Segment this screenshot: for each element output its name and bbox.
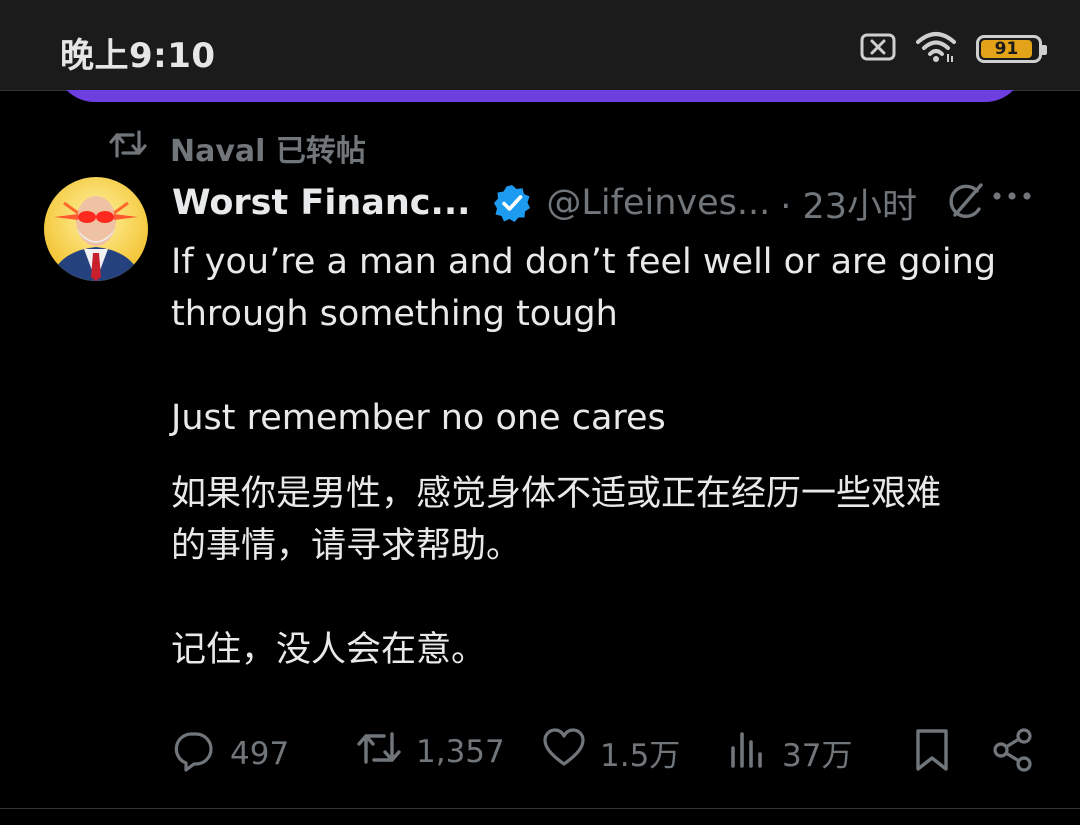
repost-icon: [356, 728, 402, 776]
repost-label: Naval 已转帖: [170, 134, 366, 169]
new-posts-pill[interactable]: [55, 90, 1025, 102]
tweet-paragraph: Just remember no one cares: [171, 398, 666, 438]
grok-icon[interactable]: [943, 181, 987, 225]
status-bar: 晚上9:10 91: [0, 0, 1080, 90]
translation-paragraph: 如果你是男性，感觉身体不适或正在经历一些艰难 的事情，请寻求帮助。: [171, 474, 942, 566]
translation-paragraph: 记住，没人会在意。: [171, 630, 487, 670]
heart-icon: [542, 728, 586, 776]
action-bar: 497 1,357 1.5万 37万: [172, 728, 1040, 778]
like-button[interactable]: 1.5万: [542, 728, 680, 776]
repost-context[interactable]: Naval 已转帖: [108, 126, 366, 170]
bookmark-button[interactable]: [914, 728, 950, 780]
share-icon: [992, 728, 1034, 780]
verified-badge-icon[interactable]: [492, 183, 532, 223]
bookmark-icon: [914, 728, 950, 780]
more-options-icon[interactable]: [992, 190, 1032, 202]
like-count: 1.5万: [600, 737, 681, 774]
reply-count: 497: [230, 736, 290, 772]
tweet-text: If you’re a man and don’t feel well or a…: [171, 236, 1041, 676]
new-posts-pill-wrap: [0, 90, 1080, 104]
status-time: 晚上9:10: [60, 36, 216, 76]
sim-off-icon: [860, 33, 896, 65]
author-handle[interactable]: @Lifeinves...: [546, 183, 770, 223]
reply-icon: [172, 728, 216, 780]
tweet-header: Worst Financ... @Lifeinves... · 23小时: [172, 178, 1052, 229]
status-icons: 91: [860, 30, 1047, 68]
battery-icon: 91: [976, 35, 1047, 63]
views-icon: [728, 728, 768, 776]
tweet-divider: [0, 808, 1080, 809]
repost-icon: [108, 128, 148, 168]
repost-count: 1,357: [416, 734, 505, 770]
reply-button[interactable]: 497: [172, 728, 289, 780]
repost-button[interactable]: 1,357: [356, 728, 505, 776]
author-name[interactable]: Worst Financ...: [172, 183, 470, 223]
share-button[interactable]: [992, 728, 1034, 780]
timestamp[interactable]: · 23小时: [780, 178, 917, 229]
views-count: 37万: [782, 737, 853, 774]
wifi-icon: [914, 30, 958, 68]
views-button[interactable]: 37万: [728, 728, 852, 776]
avatar[interactable]: [44, 177, 148, 281]
tweet-paragraph: If you’re a man and don’t feel well or a…: [171, 242, 997, 334]
battery-level: 91: [994, 39, 1019, 59]
